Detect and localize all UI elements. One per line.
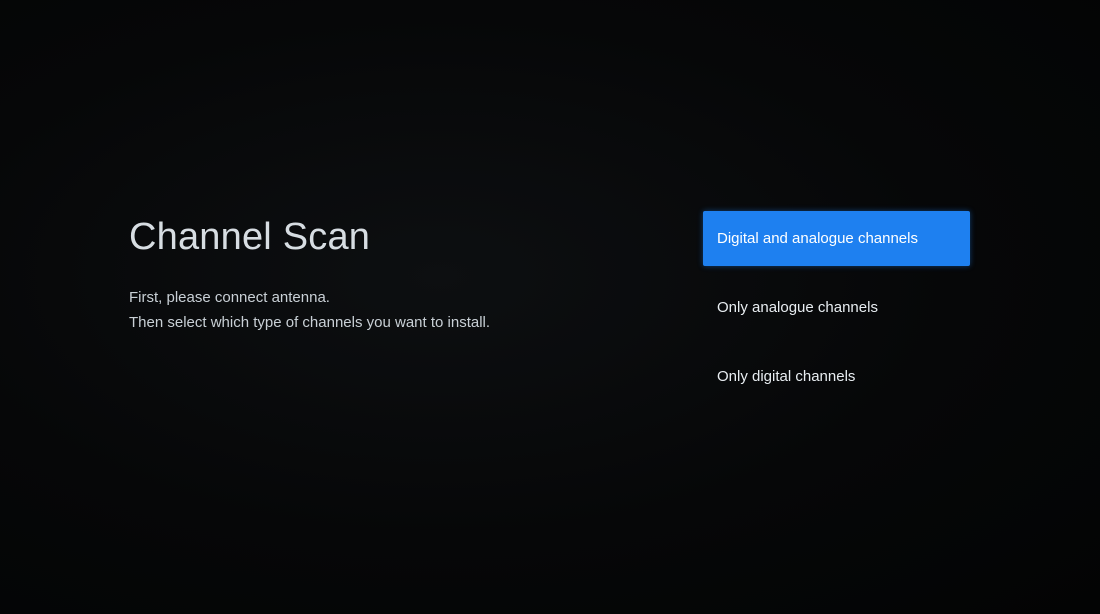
option-label: Digital and analogue channels [717, 230, 918, 247]
option-label: Only digital channels [717, 368, 856, 385]
page-title: Channel Scan [129, 216, 371, 258]
instructions-text: First, please connect antenna. Then sele… [129, 285, 649, 335]
channel-type-menu: Digital and analogue channels Only analo… [703, 211, 970, 418]
instruction-line-1: First, please connect antenna. [129, 289, 330, 306]
intro-panel: Channel Scan First, please connect anten… [129, 213, 649, 335]
option-digital-and-analogue[interactable]: Digital and analogue channels [703, 211, 970, 266]
option-only-analogue[interactable]: Only analogue channels [703, 280, 970, 335]
option-only-digital[interactable]: Only digital channels [703, 349, 970, 404]
instruction-line-2: Then select which type of channels you w… [129, 314, 491, 331]
channel-scan-screen: Channel Scan First, please connect anten… [0, 0, 1100, 614]
option-label: Only analogue channels [717, 299, 878, 316]
